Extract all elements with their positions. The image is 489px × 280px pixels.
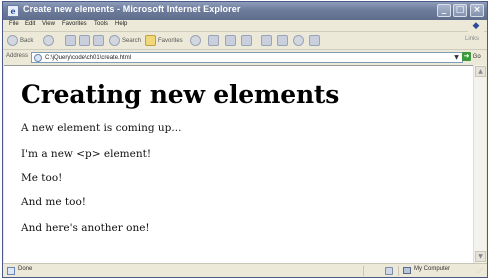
close-button[interactable]: × [470, 4, 484, 17]
zone-text: My Computer [414, 266, 451, 272]
security-icon [385, 267, 393, 275]
print-icon[interactable] [241, 35, 252, 46]
back-button-label[interactable]: Back [20, 35, 33, 47]
messenger-icon[interactable] [309, 35, 320, 46]
paragraph: Me too! [21, 172, 63, 184]
paragraph: I'm a new <p> element! [21, 148, 152, 160]
forward-icon[interactable] [43, 35, 54, 46]
address-input[interactable]: C:\jQuery\code\ch01\create.html ▼ [31, 52, 463, 63]
refresh-icon[interactable] [79, 35, 90, 46]
page-icon [34, 54, 42, 62]
paragraph: A new element is coming up... [21, 122, 182, 134]
computer-icon [403, 267, 411, 274]
menu-favorites[interactable]: Favorites [62, 21, 87, 27]
back-icon[interactable] [7, 35, 18, 46]
vertical-scrollbar[interactable]: ▲ ▼ [473, 65, 486, 263]
resize-grip-icon[interactable]: ⋰ [477, 267, 485, 275]
minimize-button[interactable]: _ [437, 4, 451, 17]
title-bar[interactable]: e Create new elements - Microsoft Intern… [3, 2, 487, 20]
status-text: Done [18, 266, 33, 272]
ie-icon: e [7, 5, 19, 17]
chevron-down-icon[interactable]: ▼ [452, 53, 461, 62]
page-status-icon [7, 267, 15, 275]
favorites-icon[interactable] [145, 35, 156, 46]
window-title: Create new elements - Microsoft Internet… [23, 4, 241, 14]
favorites-button-label[interactable]: Favorites [158, 35, 183, 47]
history-icon[interactable] [208, 35, 219, 46]
menu-file[interactable]: File [9, 21, 19, 27]
maximize-button[interactable]: □ [453, 4, 467, 17]
paragraph: And here's another one! [21, 222, 150, 234]
media-icon[interactable] [190, 35, 201, 46]
discuss-icon[interactable] [277, 35, 288, 46]
go-button[interactable]: ➜ Go [462, 52, 484, 63]
address-label: Address [6, 53, 29, 59]
browser-window: e Create new elements - Microsoft Intern… [2, 1, 488, 278]
status-bar: Done My Computer ⋰ [3, 263, 487, 277]
go-icon: ➜ [462, 52, 471, 61]
scroll-up-icon[interactable]: ▲ [475, 66, 486, 77]
mail-icon[interactable] [225, 35, 236, 46]
edit-icon[interactable] [261, 35, 272, 46]
paragraph: And me too! [21, 196, 86, 208]
status-divider [363, 266, 364, 276]
research-icon[interactable] [293, 35, 304, 46]
address-bar: Address C:\jQuery\code\ch01\create.html … [3, 51, 487, 64]
menu-tools[interactable]: Tools [94, 21, 108, 27]
go-label: Go [472, 54, 481, 61]
menu-help[interactable]: Help [115, 21, 127, 27]
address-url[interactable]: C:\jQuery\code\ch01\create.html [45, 53, 131, 63]
search-button-label[interactable]: Search [122, 35, 141, 47]
home-icon[interactable] [93, 35, 104, 46]
links-label[interactable]: Links [465, 36, 479, 42]
menu-bar: File Edit View Favorites Tools Help [3, 20, 487, 32]
standard-toolbar: Back Search Favorites Links [3, 32, 487, 50]
scroll-down-icon[interactable]: ▼ [475, 251, 486, 262]
page-title: Creating new elements [21, 80, 340, 109]
menu-view[interactable]: View [42, 21, 55, 27]
status-divider [398, 266, 399, 276]
page-content: Creating new elements A new element is c… [4, 65, 474, 263]
menu-edit[interactable]: Edit [25, 21, 35, 27]
stop-icon[interactable] [65, 35, 76, 46]
search-icon[interactable] [109, 35, 120, 46]
